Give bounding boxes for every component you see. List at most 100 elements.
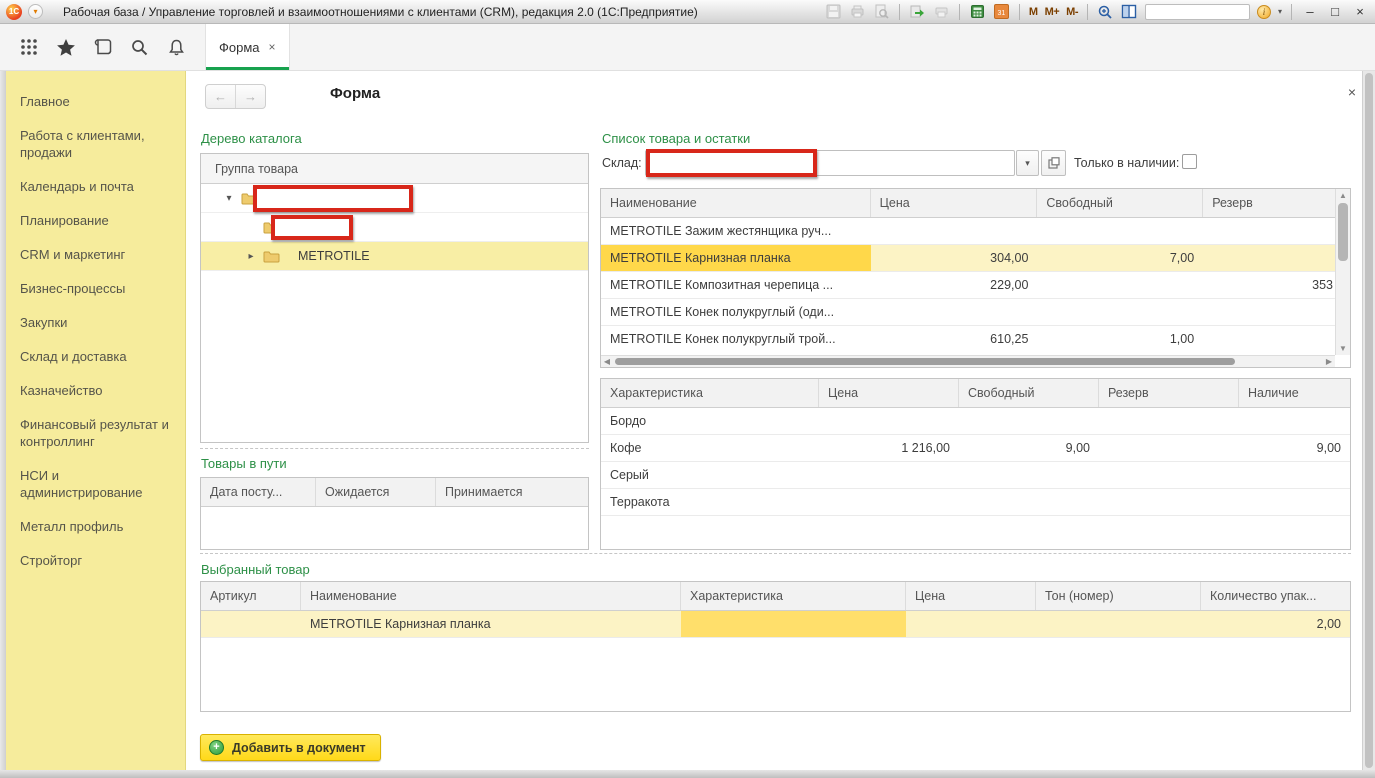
sidebar-item-rabota-s-klientami[interactable]: Работа с клиентами, продажи bbox=[20, 119, 170, 170]
tree-row-metrotile[interactable]: ▸ METROTILE bbox=[201, 242, 588, 271]
memory-recall-button[interactable]: M bbox=[1029, 6, 1038, 18]
warehouse-dropdown-button[interactable]: ▾ bbox=[1016, 150, 1039, 176]
characteristic-name-cell[interactable]: Терракота bbox=[601, 489, 819, 515]
sidebar-item-metall-profil[interactable]: Металл профиль bbox=[20, 510, 170, 544]
tab-close-icon[interactable]: × bbox=[269, 40, 276, 54]
print-icon[interactable] bbox=[849, 3, 866, 20]
column-header[interactable]: Свободный bbox=[1037, 189, 1203, 217]
characteristic-free-cell[interactable] bbox=[959, 408, 1099, 434]
characteristic-free-cell[interactable] bbox=[959, 489, 1099, 515]
product-price-cell[interactable]: 229,00 bbox=[871, 272, 1038, 298]
column-header[interactable]: Резерв bbox=[1099, 379, 1239, 407]
sidebar-item-glavnoe[interactable]: Главное bbox=[20, 85, 170, 119]
star-icon[interactable] bbox=[47, 24, 84, 70]
add-to-document-button[interactable]: + Добавить в документ bbox=[200, 734, 381, 761]
window-vertical-scrollbar[interactable] bbox=[1362, 71, 1375, 770]
search-icon[interactable] bbox=[121, 24, 158, 70]
tree-expand-icon[interactable]: ▾ bbox=[223, 193, 235, 204]
column-header[interactable]: Ожидается bbox=[316, 478, 436, 506]
characteristic-row[interactable]: Кофе 1 216,00 9,00 9,00 bbox=[601, 435, 1350, 462]
sidebar-item-planirovanie[interactable]: Планирование bbox=[20, 204, 170, 238]
sidebar-item-biznes-processy[interactable]: Бизнес-процессы bbox=[20, 272, 170, 306]
characteristic-price-cell[interactable] bbox=[819, 489, 959, 515]
scroll-up-icon[interactable]: ▲ bbox=[1336, 189, 1350, 202]
minimize-button[interactable]: – bbox=[1301, 3, 1319, 20]
calculator-icon[interactable] bbox=[969, 3, 986, 20]
split-view-icon[interactable] bbox=[1121, 3, 1138, 20]
sidebar-item-kaznacheystvo[interactable]: Казначейство bbox=[20, 374, 170, 408]
column-header[interactable]: Тон (номер) bbox=[1036, 582, 1201, 610]
selected-product-row[interactable]: METROTILE Карнизная планка 2,00 bbox=[201, 611, 1350, 638]
product-row[interactable]: METROTILE Зажим жестянщика руч... bbox=[601, 218, 1335, 245]
sidebar-item-nsi-i-administrirovanie[interactable]: НСИ и администрирование bbox=[20, 459, 170, 510]
characteristic-price-cell[interactable] bbox=[819, 408, 959, 434]
maximize-button[interactable]: □ bbox=[1326, 3, 1344, 20]
characteristic-available-cell[interactable] bbox=[1239, 408, 1350, 434]
print-preview-icon[interactable] bbox=[873, 3, 890, 20]
column-header[interactable]: Цена bbox=[871, 189, 1038, 217]
warehouse-open-button[interactable] bbox=[1041, 150, 1066, 176]
sidebar-item-stroytorg[interactable]: Стройторг bbox=[20, 544, 170, 578]
product-reserve-cell[interactable] bbox=[1203, 326, 1335, 352]
tree-row-child[interactable] bbox=[201, 213, 588, 242]
product-reserve-cell[interactable] bbox=[1203, 299, 1335, 325]
column-header[interactable]: Цена bbox=[819, 379, 959, 407]
info-button[interactable]: i bbox=[1257, 5, 1271, 19]
product-price-cell[interactable]: 304,00 bbox=[871, 245, 1038, 271]
column-header[interactable]: Характеристика bbox=[681, 582, 906, 610]
scroll-right-icon[interactable]: ▶ bbox=[1323, 356, 1335, 367]
product-price-cell[interactable] bbox=[871, 299, 1038, 325]
form-close-icon[interactable]: × bbox=[1344, 84, 1360, 100]
product-price-cell[interactable]: 610,25 bbox=[871, 326, 1038, 352]
scroll-left-icon[interactable]: ◀ bbox=[601, 356, 613, 367]
sidebar-item-kalendar-i-pochta[interactable]: Календарь и почта bbox=[20, 170, 170, 204]
save-icon[interactable] bbox=[825, 3, 842, 20]
name-cell[interactable]: METROTILE Карнизная планка bbox=[301, 611, 681, 637]
product-row-selected[interactable]: METROTILE Карнизная планка 304,00 7,00 bbox=[601, 245, 1335, 272]
column-header[interactable]: Артикул bbox=[201, 582, 301, 610]
product-free-cell[interactable] bbox=[1037, 299, 1203, 325]
price-cell[interactable] bbox=[906, 611, 1036, 637]
column-header[interactable]: Резерв bbox=[1203, 189, 1335, 217]
forward-button[interactable]: → bbox=[236, 85, 265, 108]
calendar-icon[interactable]: 31 bbox=[993, 3, 1010, 20]
product-reserve-cell[interactable] bbox=[1203, 218, 1335, 244]
product-reserve-cell[interactable] bbox=[1203, 245, 1335, 271]
article-cell[interactable] bbox=[201, 611, 301, 637]
quantity-cell[interactable]: 2,00 bbox=[1201, 611, 1350, 637]
product-name-cell[interactable]: METROTILE Композитная черепица ... bbox=[601, 272, 871, 298]
column-header[interactable]: Свободный bbox=[959, 379, 1099, 407]
main-menu-button[interactable]: ▾ bbox=[28, 4, 43, 19]
characteristic-name-cell[interactable]: Кофе bbox=[601, 435, 819, 461]
characteristic-price-cell[interactable]: 1 216,00 bbox=[819, 435, 959, 461]
products-horizontal-scrollbar[interactable]: ◀ ▶ bbox=[601, 355, 1335, 367]
catalog-tree-column-header[interactable]: Группа товара bbox=[201, 154, 588, 184]
characteristic-reserve-cell[interactable] bbox=[1099, 462, 1239, 488]
characteristic-free-cell[interactable] bbox=[959, 462, 1099, 488]
memory-subtract-button[interactable]: M- bbox=[1066, 6, 1078, 18]
product-free-cell[interactable]: 7,00 bbox=[1037, 245, 1203, 271]
characteristic-name-cell[interactable]: Бордо bbox=[601, 408, 819, 434]
quick-search-field[interactable] bbox=[1145, 4, 1250, 20]
column-header[interactable]: Характеристика bbox=[601, 379, 819, 407]
characteristic-row[interactable]: Серый bbox=[601, 462, 1350, 489]
product-free-cell[interactable] bbox=[1037, 272, 1203, 298]
column-header[interactable]: Наименование bbox=[301, 582, 681, 610]
characteristic-row[interactable]: Бордо bbox=[601, 408, 1350, 435]
info-dropdown-caret[interactable]: ▾ bbox=[1278, 7, 1282, 16]
tab-forma[interactable]: Форма × bbox=[205, 24, 290, 70]
column-header[interactable]: Дата посту... bbox=[201, 478, 316, 506]
column-header[interactable]: Наличие bbox=[1239, 379, 1350, 407]
product-free-cell[interactable]: 1,00 bbox=[1037, 326, 1203, 352]
sidebar-item-zakupki[interactable]: Закупки bbox=[20, 306, 170, 340]
characteristic-price-cell[interactable] bbox=[819, 462, 959, 488]
print-page-icon[interactable] bbox=[933, 3, 950, 20]
tree-collapse-icon[interactable]: ▸ bbox=[245, 251, 257, 262]
product-reserve-cell[interactable]: 353 bbox=[1203, 272, 1335, 298]
bell-icon[interactable] bbox=[158, 24, 195, 70]
close-window-button[interactable]: × bbox=[1351, 3, 1369, 20]
apps-grid-icon[interactable] bbox=[10, 24, 47, 70]
column-header[interactable]: Принимается bbox=[436, 478, 588, 506]
memory-add-button[interactable]: M+ bbox=[1045, 6, 1060, 18]
back-button[interactable]: ← bbox=[206, 85, 236, 108]
